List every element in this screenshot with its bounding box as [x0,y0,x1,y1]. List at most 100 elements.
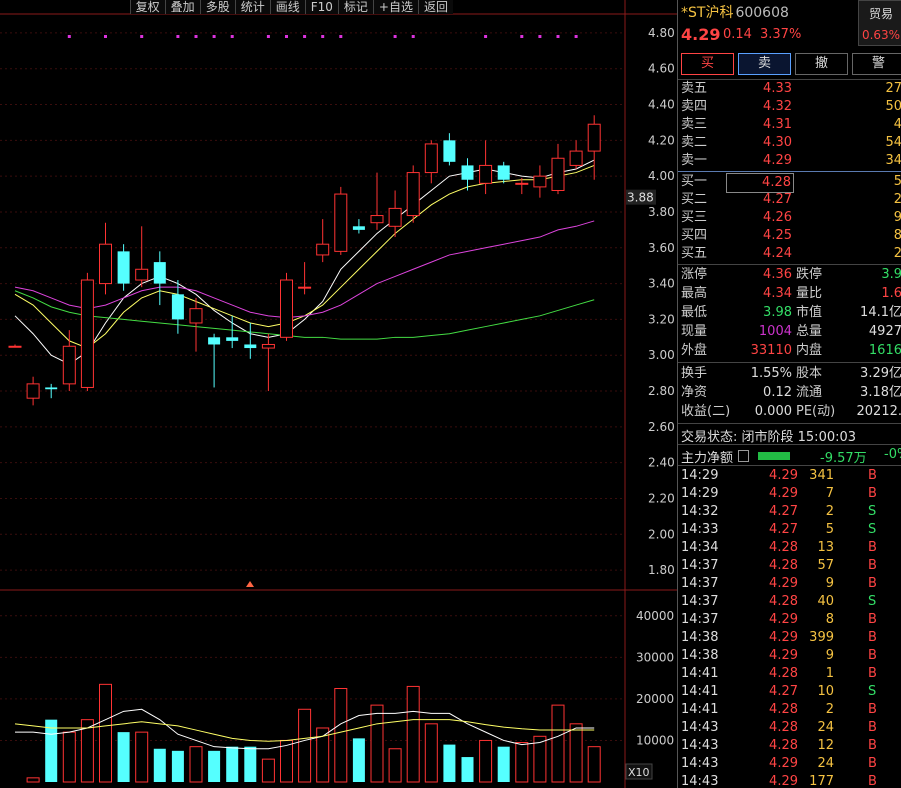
kline-chart-area[interactable]: 4.80 4.60 4.40 4.20 4.00 3.80 3.60 3.40 3.20 3.00… [0,0,677,788]
stats-row: 最低 3.98 市值 14.1亿 [678,304,901,322]
tick-volume: 9 [825,576,834,591]
tick-price: 4.29 [769,576,798,591]
signal-marker [194,35,198,38]
stats-row: 换手 1.55% 股本 3.29亿 [678,365,901,383]
stat-label: 最低 [681,305,708,320]
toolbar-item[interactable]: 画线 [269,0,305,14]
tick-volume: 2 [825,504,834,519]
volume-bar-up [406,685,420,783]
orderbook-row[interactable]: 买一 4.28 5 [678,173,901,193]
tick-time: 14:43 [681,774,719,788]
orderbook-row[interactable]: 买五 4.24 2 [678,245,901,263]
orderbook-level: 卖二 [681,135,708,150]
quote-panel: *ST沪科 600608 4.29 0.14 3.37% 贸易 0.63% 买 卖… [677,0,901,788]
candle-body-down [443,140,456,162]
stat-value: 1.6 [881,286,901,301]
main-force-value: -9.57万 [820,451,867,466]
volume-bar-down [461,757,474,782]
tick-side: B [868,486,877,501]
signal-marker [230,35,234,38]
orderbook-row[interactable]: 买三 4.26 9 [678,209,901,227]
orderbook-row[interactable]: 卖三 4.31 4 [678,116,901,134]
toolbar-item[interactable]: 复权 [129,0,165,14]
orderbook-volume: 54 [885,135,901,150]
orderbook-row[interactable]: 买四 4.25 8 [678,227,901,245]
toolbar-item[interactable]: +自选 [372,0,418,14]
stat-label: 市值 [796,305,823,320]
price-tick-label: 4.20 [648,133,675,147]
volume-bar-up [569,723,583,783]
signal-marker [212,35,216,38]
stat-label: 换手 [681,366,708,381]
sell-button[interactable]: 卖 [738,53,791,75]
tick-row: 14:37 4.29 9 B [678,575,901,593]
candle-body-down [226,337,239,341]
volume-tick-label: 10000 [636,733,674,747]
price-tick-label: 3.80 [648,205,675,219]
price-tick-label: 3.00 [648,348,675,362]
tick-row: 14:41 4.27 10 S [678,683,901,701]
toolbar-item[interactable]: 标记 [337,0,373,14]
orderbook-level: 卖三 [681,117,708,132]
volume-bar-up [587,746,601,783]
volume-bar-up [479,739,493,783]
orderbook-row[interactable]: 买二 4.27 2 [678,191,901,209]
buy-button[interactable]: 买 [681,53,734,75]
price-tick-label: 2.80 [648,384,675,398]
sector-name: 贸易 [868,7,893,21]
stat-label: 净资 [681,385,708,400]
stock-name[interactable]: *ST沪科 600608 [681,2,789,22]
stats-row: 收益(二) 0.000 PE(动) 20212. [678,403,901,421]
tick-row: 14:34 4.28 13 B [678,539,901,557]
tick-time: 14:32 [681,504,719,519]
candle-body-up [551,157,565,191]
signal-marker [574,35,578,38]
tick-time: 14:41 [681,702,719,717]
divider [678,264,901,265]
candle-body-up [424,143,438,174]
tick-volume: 7 [825,486,834,501]
price-tick-label: 2.20 [648,491,675,505]
tick-row: 14:33 4.27 5 S [678,521,901,539]
orderbook-level: 买一 [681,174,708,189]
list-icon[interactable] [738,450,749,462]
sector-badge[interactable]: 贸易 0.63% [858,0,901,46]
tick-price: 4.29 [769,756,798,771]
cancel-button[interactable]: 撤 [795,53,848,75]
tick-side: B [868,540,877,555]
tick-side: S [868,684,877,699]
toolbar-item[interactable]: 叠加 [164,0,200,14]
tick-row: 14:37 4.28 40 S [678,593,901,611]
main-force-bar [758,452,790,460]
orderbook-level: 买五 [681,246,708,261]
orderbook-row[interactable]: 卖一 4.29 34 [678,152,901,170]
alert-button[interactable]: 警 [852,53,901,75]
tick-row: 14:43 4.28 12 B [678,737,901,755]
stats-row: 现量 1004 总量 4927 [678,323,901,341]
stats-row: 净资 0.12 流通 3.18亿 [678,384,901,402]
stats-row: 涨停 4.36 跌停 3.9 [678,266,901,284]
volume-tick-label: 20000 [636,692,674,706]
signal-marker [140,35,144,38]
price-tick-label: 3.20 [648,312,675,326]
sector-pct: 0.63% [861,28,901,42]
toolbar-item[interactable]: 返回 [417,0,453,14]
tick-side: B [868,558,877,573]
volume-bar-down [153,748,166,782]
cursor-price-label: 3.88 [627,191,654,205]
orderbook-row[interactable]: 卖四 4.32 50 [678,98,901,116]
price-tick-label: 2.60 [648,420,675,434]
volume-bar-up [298,708,312,783]
toolbar-item[interactable]: F10 [304,0,338,14]
toolbar-item[interactable]: 多股 [199,0,235,14]
orderbook-row[interactable]: 卖二 4.30 54 [678,134,901,152]
tick-time: 14:33 [681,522,719,537]
stat-value: 4.36 [763,267,792,282]
toolbar-item[interactable]: 统计 [234,0,270,14]
tick-row: 14:41 4.28 1 B [678,665,901,683]
kline-chart-svg[interactable]: 4.80 4.60 4.40 4.20 4.00 3.80 3.60 3.40 3.20 3.00… [0,0,677,788]
stat-label: 现量 [681,324,708,339]
orderbook-row[interactable]: 卖五 4.33 27 [678,80,901,98]
stats-row: 最高 4.34 量比 1.6 [678,285,901,303]
orderbook-volume: 50 [885,99,901,114]
